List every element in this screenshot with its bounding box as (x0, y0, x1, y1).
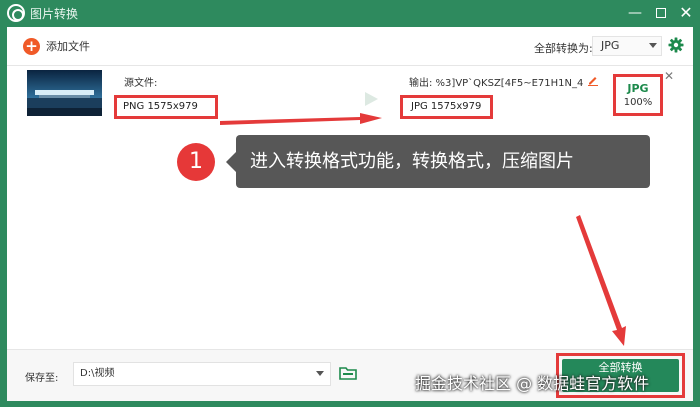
window-title: 图片转换 (30, 7, 79, 21)
remove-file-button[interactable]: ✕ (664, 69, 674, 83)
minimize-button[interactable]: — (624, 2, 646, 24)
title-bar: 图片转换 — ✕ (0, 0, 700, 27)
output-info: JPG 1575x979 (400, 95, 493, 119)
target-format-box[interactable]: JPG 100% (613, 74, 663, 116)
source-file-label: 源文件: (124, 78, 158, 89)
add-file-button[interactable]: + 添加文件 (23, 37, 90, 55)
file-thumbnail (27, 70, 102, 116)
maximize-button[interactable] (650, 2, 672, 24)
format-select-value: JPG (601, 39, 620, 52)
step-number-badge: 1 (177, 143, 215, 181)
format-select[interactable]: JPG (592, 36, 662, 56)
progress-percent: 100% (623, 97, 653, 108)
close-button[interactable]: ✕ (675, 2, 697, 24)
source-info: PNG 1575x979 (114, 95, 218, 119)
save-path-select[interactable]: D:\视频 (73, 362, 331, 386)
add-file-label: 添加文件 (46, 40, 90, 53)
convert-all-to-label: 全部转换为: (534, 42, 593, 55)
edit-icon[interactable] (587, 74, 599, 86)
maximize-icon (656, 8, 666, 18)
dropdown-caret-icon (649, 43, 657, 48)
annotation-callout: 进入转换格式功能，转换格式，压缩图片 (226, 135, 650, 188)
gear-icon[interactable] (668, 37, 684, 53)
plus-icon: + (23, 37, 40, 55)
target-format: JPG (627, 82, 649, 95)
file-row[interactable]: 源文件: PNG 1575x979 输出: %3]VP`QKSZ[4F5~E71… (7, 66, 693, 136)
toolbar: + 添加文件 全部转换为: JPG (7, 27, 693, 65)
output-file-label: 输出: %3]VP`QKSZ[4F5~E71H1N_4 (409, 78, 584, 89)
save-path-value: D:\视频 (80, 368, 115, 379)
folder-icon[interactable] (339, 365, 357, 381)
dropdown-caret-icon (316, 371, 324, 376)
watermark: 掘金技术社区 @ 数据蛙官方软件 (415, 374, 650, 393)
save-to-label: 保存至: (25, 373, 59, 384)
app-logo-icon (7, 4, 25, 22)
main-panel: + 添加文件 全部转换为: JPG 源文件: PNG 1575x979 输出: … (7, 27, 693, 401)
